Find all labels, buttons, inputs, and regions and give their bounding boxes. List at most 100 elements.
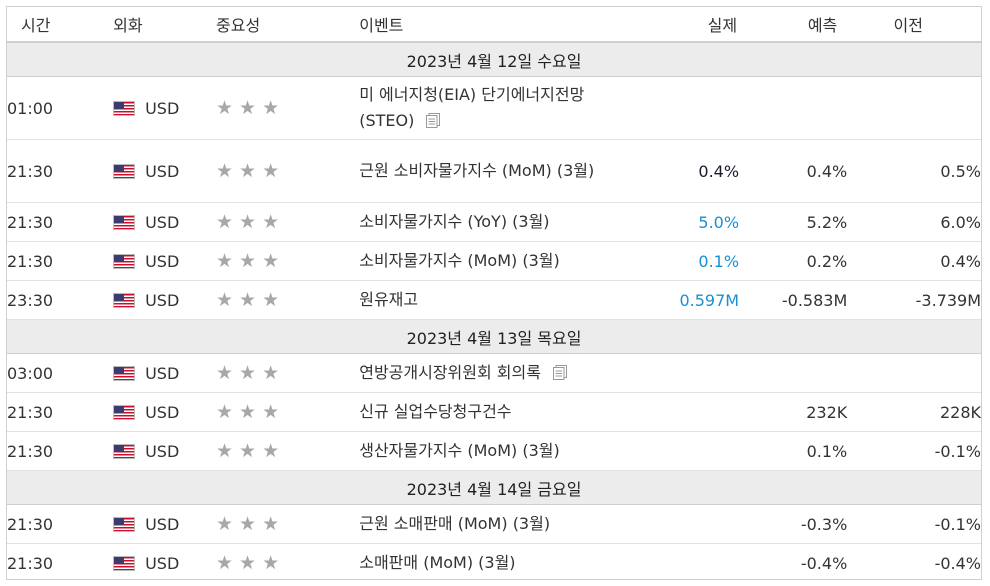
- event-time: 21:30: [7, 431, 114, 471]
- importance-cell: ★★★: [216, 353, 360, 393]
- us-flag-icon: [113, 555, 136, 571]
- header-forecast[interactable]: 예측: [739, 7, 848, 43]
- previous-value: -3.739M: [847, 280, 981, 320]
- us-flag-icon: [113, 404, 136, 420]
- event-time: 03:00: [7, 353, 114, 393]
- importance-stars-icon: ★★★: [216, 97, 286, 119]
- forecast-value: -0.4%: [739, 543, 848, 579]
- importance-cell: ★★★: [216, 202, 360, 242]
- economic-calendar: 시간 외화 중요성 이벤트 실제 예측 이전 2023년 4월 12일 수요일 …: [6, 6, 982, 580]
- event-link[interactable]: 소비자물가지수 (YoY) (3월): [359, 212, 549, 231]
- table-row[interactable]: 01:00 USD ★★★ 미 에너지청(EIA) 단기에너지전망(STEO): [7, 76, 981, 140]
- previous-value: 0.5%: [847, 139, 981, 203]
- actual-value: [639, 392, 740, 432]
- us-flag-icon: [113, 163, 136, 179]
- event-cell: 미 에너지청(EIA) 단기에너지전망(STEO): [359, 76, 640, 140]
- date-row: 2023년 4월 13일 목요일: [7, 319, 981, 354]
- table-row[interactable]: 21:30 USD ★★★ 근원 소비자물가지수 (MoM) (3월) 0.4%…: [7, 139, 981, 203]
- forecast-value: [739, 353, 848, 393]
- header-importance[interactable]: 중요성: [216, 7, 360, 43]
- currency-code: USD: [145, 514, 180, 534]
- event-link[interactable]: 소매판매 (MoM) (3월): [359, 553, 515, 572]
- event-link[interactable]: 생산자물가지수 (MoM) (3월): [359, 441, 559, 460]
- table-row[interactable]: 23:30 USD ★★★ 원유재고 0.597M -0.583M -3.739…: [7, 280, 981, 320]
- currency-cell: USD: [113, 543, 216, 579]
- event-link[interactable]: 원유재고: [359, 290, 418, 309]
- event-cell: 근원 소매판매 (MoM) (3월): [359, 504, 640, 544]
- table-row[interactable]: 21:30 USD ★★★ 소매판매 (MoM) (3월) -0.4% -0.4…: [7, 543, 981, 579]
- currency-code: USD: [145, 402, 180, 422]
- us-flag-icon: [113, 253, 136, 269]
- importance-cell: ★★★: [216, 139, 360, 203]
- event-time: 23:30: [7, 280, 114, 320]
- event-time: 21:30: [7, 504, 114, 544]
- actual-value: [639, 504, 740, 544]
- previous-value: 228K: [847, 392, 981, 432]
- currency-code: USD: [145, 363, 180, 383]
- currency-cell: USD: [113, 353, 216, 393]
- forecast-value: -0.583M: [739, 280, 848, 320]
- forecast-value: -0.3%: [739, 504, 848, 544]
- event-cell: 소비자물가지수 (YoY) (3월): [359, 202, 640, 242]
- currency-cell: USD: [113, 241, 216, 281]
- actual-value: 0.4%: [639, 139, 740, 203]
- us-flag-icon: [113, 516, 136, 532]
- table-row[interactable]: 21:30 USD ★★★ 소비자물가지수 (MoM) (3월) 0.1% 0.…: [7, 241, 981, 281]
- event-cell: 근원 소비자물가지수 (MoM) (3월): [359, 139, 640, 203]
- currency-code: USD: [145, 553, 180, 573]
- header-row: 시간 외화 중요성 이벤트 실제 예측 이전: [7, 7, 981, 43]
- currency-code: USD: [145, 290, 180, 310]
- currency-cell: USD: [113, 202, 216, 242]
- actual-value: 0.597M: [639, 280, 740, 320]
- date-label: 2023년 4월 12일 수요일: [7, 41, 981, 77]
- actual-value: [639, 76, 740, 140]
- us-flag-icon: [113, 292, 136, 308]
- event-time: 21:30: [7, 202, 114, 242]
- forecast-value: 0.2%: [739, 241, 848, 281]
- event-time: 01:00: [7, 76, 114, 140]
- currency-code: USD: [145, 212, 180, 232]
- header-event[interactable]: 이벤트: [359, 7, 640, 43]
- document-icon[interactable]: [552, 365, 567, 380]
- calendar-table: 시간 외화 중요성 이벤트 실제 예측 이전 2023년 4월 12일 수요일 …: [7, 7, 981, 579]
- table-row[interactable]: 21:30 USD ★★★ 소비자물가지수 (YoY) (3월) 5.0% 5.…: [7, 202, 981, 242]
- event-link[interactable]: 소비자물가지수 (MoM) (3월): [359, 251, 559, 270]
- forecast-value: 5.2%: [739, 202, 848, 242]
- header-time[interactable]: 시간: [7, 7, 114, 43]
- previous-value: [847, 76, 981, 140]
- importance-stars-icon: ★★★: [216, 250, 286, 272]
- importance-stars-icon: ★★★: [216, 440, 286, 462]
- header-previous[interactable]: 이전: [847, 7, 981, 43]
- table-row[interactable]: 21:30 USD ★★★ 신규 실업수당청구건수 232K 228K: [7, 392, 981, 432]
- importance-cell: ★★★: [216, 76, 360, 140]
- actual-value: [639, 353, 740, 393]
- importance-cell: ★★★: [216, 392, 360, 432]
- date-row: 2023년 4월 14일 금요일: [7, 470, 981, 505]
- table-row[interactable]: 21:30 USD ★★★ 근원 소매판매 (MoM) (3월) -0.3% -…: [7, 504, 981, 544]
- us-flag-icon: [113, 214, 136, 230]
- importance-cell: ★★★: [216, 431, 360, 471]
- event-cell: 원유재고: [359, 280, 640, 320]
- event-link[interactable]: 연방공개시장위원회 회의록: [359, 363, 541, 382]
- importance-stars-icon: ★★★: [216, 211, 286, 233]
- header-currency[interactable]: 외화: [113, 7, 216, 43]
- us-flag-icon: [113, 100, 136, 116]
- actual-value: 5.0%: [639, 202, 740, 242]
- currency-code: USD: [145, 98, 180, 118]
- header-actual[interactable]: 실제: [639, 7, 740, 43]
- event-cell: 연방공개시장위원회 회의록: [359, 353, 640, 393]
- table-row[interactable]: 21:30 USD ★★★ 생산자물가지수 (MoM) (3월) 0.1% -0…: [7, 431, 981, 471]
- table-row[interactable]: 03:00 USD ★★★ 연방공개시장위원회 회의록: [7, 353, 981, 393]
- event-time: 21:30: [7, 139, 114, 203]
- document-icon[interactable]: [426, 113, 441, 128]
- currency-cell: USD: [113, 431, 216, 471]
- importance-cell: ★★★: [216, 504, 360, 544]
- previous-value: -0.1%: [847, 504, 981, 544]
- event-link[interactable]: 신규 실업수당청구건수: [359, 402, 511, 421]
- forecast-value: 232K: [739, 392, 848, 432]
- importance-stars-icon: ★★★: [216, 160, 286, 182]
- previous-value: [847, 353, 981, 393]
- event-link[interactable]: 미 에너지청(EIA) 단기에너지전망(STEO): [359, 85, 584, 130]
- event-link[interactable]: 근원 소매판매 (MoM) (3월): [359, 514, 550, 533]
- event-link[interactable]: 근원 소비자물가지수 (MoM) (3월): [359, 161, 594, 180]
